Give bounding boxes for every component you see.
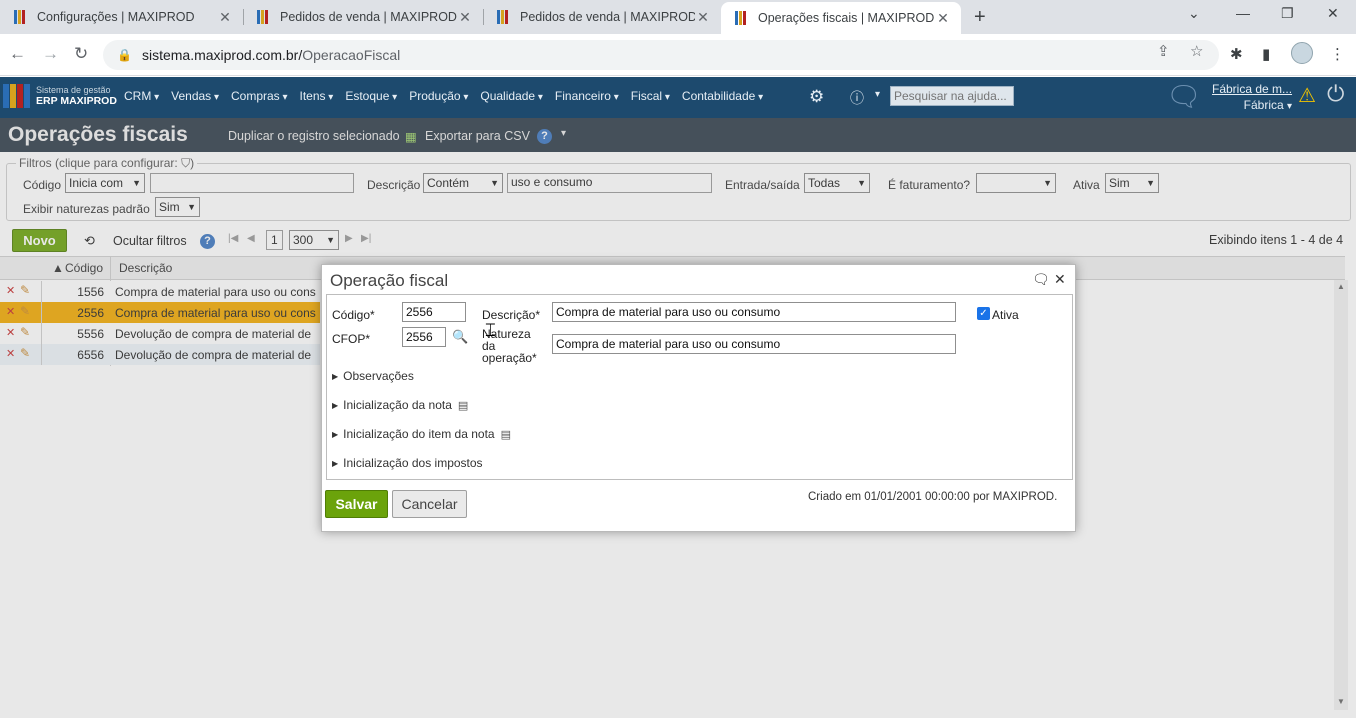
url-host: sistema.maxiprod.com.br/ bbox=[141, 47, 303, 63]
ativa-checkbox[interactable]: ✓ bbox=[977, 307, 990, 320]
menu-crm[interactable]: CRM bbox=[124, 89, 159, 103]
cfop-label: CFOP* bbox=[332, 332, 371, 346]
menu-itens[interactable]: Itens bbox=[300, 89, 334, 103]
maxiprod-favicon bbox=[14, 10, 28, 24]
browser-tab-configuracoes[interactable]: Configurações | MAXIPROD ✕ bbox=[0, 0, 243, 34]
document-icon: ▤ bbox=[500, 428, 511, 441]
chat-icon[interactable]: 🗨 bbox=[1166, 80, 1202, 113]
browser-menu-icon[interactable]: ⋮ bbox=[1330, 45, 1345, 63]
section-observacoes[interactable]: ▶ Observações bbox=[332, 369, 414, 383]
close-icon[interactable]: ✕ bbox=[935, 10, 951, 27]
cfop-input[interactable]: 2556 bbox=[402, 327, 446, 347]
restore-icon[interactable]: ❐ bbox=[1281, 5, 1294, 22]
section-inicializacao-impostos[interactable]: ▶ Inicialização dos impostos bbox=[332, 456, 483, 470]
minimize-icon[interactable]: — bbox=[1236, 5, 1250, 21]
menu-fiscal[interactable]: Fiscal bbox=[631, 89, 670, 103]
company-selector[interactable]: Fábrica de m... Fábrica ▾ bbox=[1212, 81, 1292, 115]
caret-right-icon: ▶ bbox=[332, 458, 339, 468]
browser-tab-bar: Configurações | MAXIPROD ✕ Pedidos de ve… bbox=[0, 0, 1356, 34]
search-icon[interactable]: 🔍 bbox=[452, 329, 468, 345]
menu-compras[interactable]: Compras bbox=[231, 89, 288, 103]
menu-vendas[interactable]: Vendas bbox=[171, 89, 219, 103]
codigo-label: Código* bbox=[332, 308, 375, 322]
menu-contabilidade[interactable]: Contabilidade bbox=[682, 89, 763, 103]
star-icon[interactable]: ☆ bbox=[1190, 42, 1203, 60]
browser-toolbar: ← → ↻ 🔒 sistema.maxiprod.com.br/Operacao… bbox=[0, 34, 1356, 76]
caret-right-icon: ▶ bbox=[332, 400, 339, 410]
dialog-body: Código* 2556 CFOP* 2556 🔍 Descrição* Com… bbox=[326, 294, 1073, 480]
mouse-cursor-icon: ⌶ bbox=[485, 320, 496, 340]
side-panel-icon[interactable]: ▮ bbox=[1262, 45, 1270, 63]
maxiprod-logo[interactable]: Sistema de gestão ERP MAXIPROD bbox=[3, 84, 117, 108]
lock-icon: 🔒 bbox=[117, 48, 132, 62]
section-inicializacao-item[interactable]: ▶ Inicialização do item da nota ▤ bbox=[332, 427, 511, 441]
menu-qualidade[interactable]: Qualidade bbox=[480, 89, 543, 103]
save-button[interactable]: Salvar bbox=[325, 490, 388, 518]
close-icon[interactable]: ✕ bbox=[457, 9, 473, 26]
section-inicializacao-nota[interactable]: ▶ Inicialização da nota ▤ bbox=[332, 398, 468, 412]
maxiprod-favicon bbox=[497, 10, 511, 24]
operacao-fiscal-dialog: Operação fiscal 🗨 ✕ Código* 2556 CFOP* 2… bbox=[321, 264, 1076, 532]
address-bar[interactable]: 🔒 sistema.maxiprod.com.br/OperacaoFiscal bbox=[103, 40, 1219, 70]
comment-icon[interactable]: 🗨 bbox=[1032, 271, 1050, 288]
document-icon: ▤ bbox=[457, 399, 469, 412]
tab-search-icon[interactable]: ⌄ bbox=[1188, 5, 1200, 22]
new-tab-icon[interactable]: + bbox=[974, 6, 986, 29]
app-header: Sistema de gestão ERP MAXIPROD CRM Venda… bbox=[0, 77, 1356, 118]
profile-avatar[interactable] bbox=[1291, 42, 1313, 64]
extensions-icon[interactable]: ✱ bbox=[1230, 45, 1243, 63]
power-icon[interactable]: ⏻ bbox=[1327, 81, 1344, 107]
menu-estoque[interactable]: Estoque bbox=[345, 89, 397, 103]
caret-right-icon: ▶ bbox=[332, 429, 339, 439]
help-icon[interactable]: ⓘ bbox=[850, 88, 864, 108]
close-icon[interactable]: ✕ bbox=[695, 9, 711, 26]
close-icon[interactable]: ✕ bbox=[217, 9, 233, 26]
cancel-button[interactable]: Cancelar bbox=[392, 490, 467, 518]
dialog-title: Operação fiscal bbox=[330, 271, 449, 290]
gear-icon[interactable]: ⚙ bbox=[809, 87, 824, 107]
natureza-input[interactable]: Compra de material para uso ou consumo bbox=[552, 334, 956, 354]
url-path: OperacaoFiscal bbox=[302, 47, 401, 63]
reload-icon[interactable]: ↻ bbox=[74, 44, 88, 64]
codigo-input[interactable]: 2556 bbox=[402, 302, 466, 322]
menu-financeiro[interactable]: Financeiro bbox=[555, 89, 619, 103]
maxiprod-favicon bbox=[735, 11, 749, 25]
descricao-input[interactable]: Compra de material para uso ou consumo bbox=[552, 302, 956, 322]
caret-right-icon: ▶ bbox=[332, 371, 339, 381]
menu-producao[interactable]: Produção bbox=[409, 89, 468, 103]
close-icon[interactable]: ✕ bbox=[1054, 271, 1066, 288]
browser-tab-operacoes-fiscais[interactable]: Operações fiscais | MAXIPROD ✕ bbox=[721, 2, 961, 34]
share-icon[interactable]: ⇪ bbox=[1157, 42, 1170, 60]
chevron-down-icon[interactable]: ▾ bbox=[875, 89, 880, 100]
main-menu: CRM Vendas Compras Itens Estoque Produçã… bbox=[124, 89, 775, 103]
browser-tab-pedidos-2[interactable]: Pedidos de venda | MAXIPROD ✕ bbox=[483, 0, 721, 34]
help-search-input[interactable] bbox=[890, 86, 1014, 106]
warning-icon[interactable]: ⚠ bbox=[1298, 83, 1316, 108]
ativa-label: Ativa bbox=[992, 308, 1019, 322]
back-icon[interactable]: ← bbox=[9, 44, 26, 64]
created-info: Criado em 01/01/2001 00:00:00 por MAXIPR… bbox=[808, 491, 1058, 503]
window-close-icon[interactable]: ✕ bbox=[1327, 5, 1339, 22]
forward-icon[interactable]: → bbox=[42, 44, 59, 64]
maxiprod-favicon bbox=[257, 10, 271, 24]
browser-tab-pedidos-1[interactable]: Pedidos de venda | MAXIPROD ✕ bbox=[243, 0, 483, 34]
